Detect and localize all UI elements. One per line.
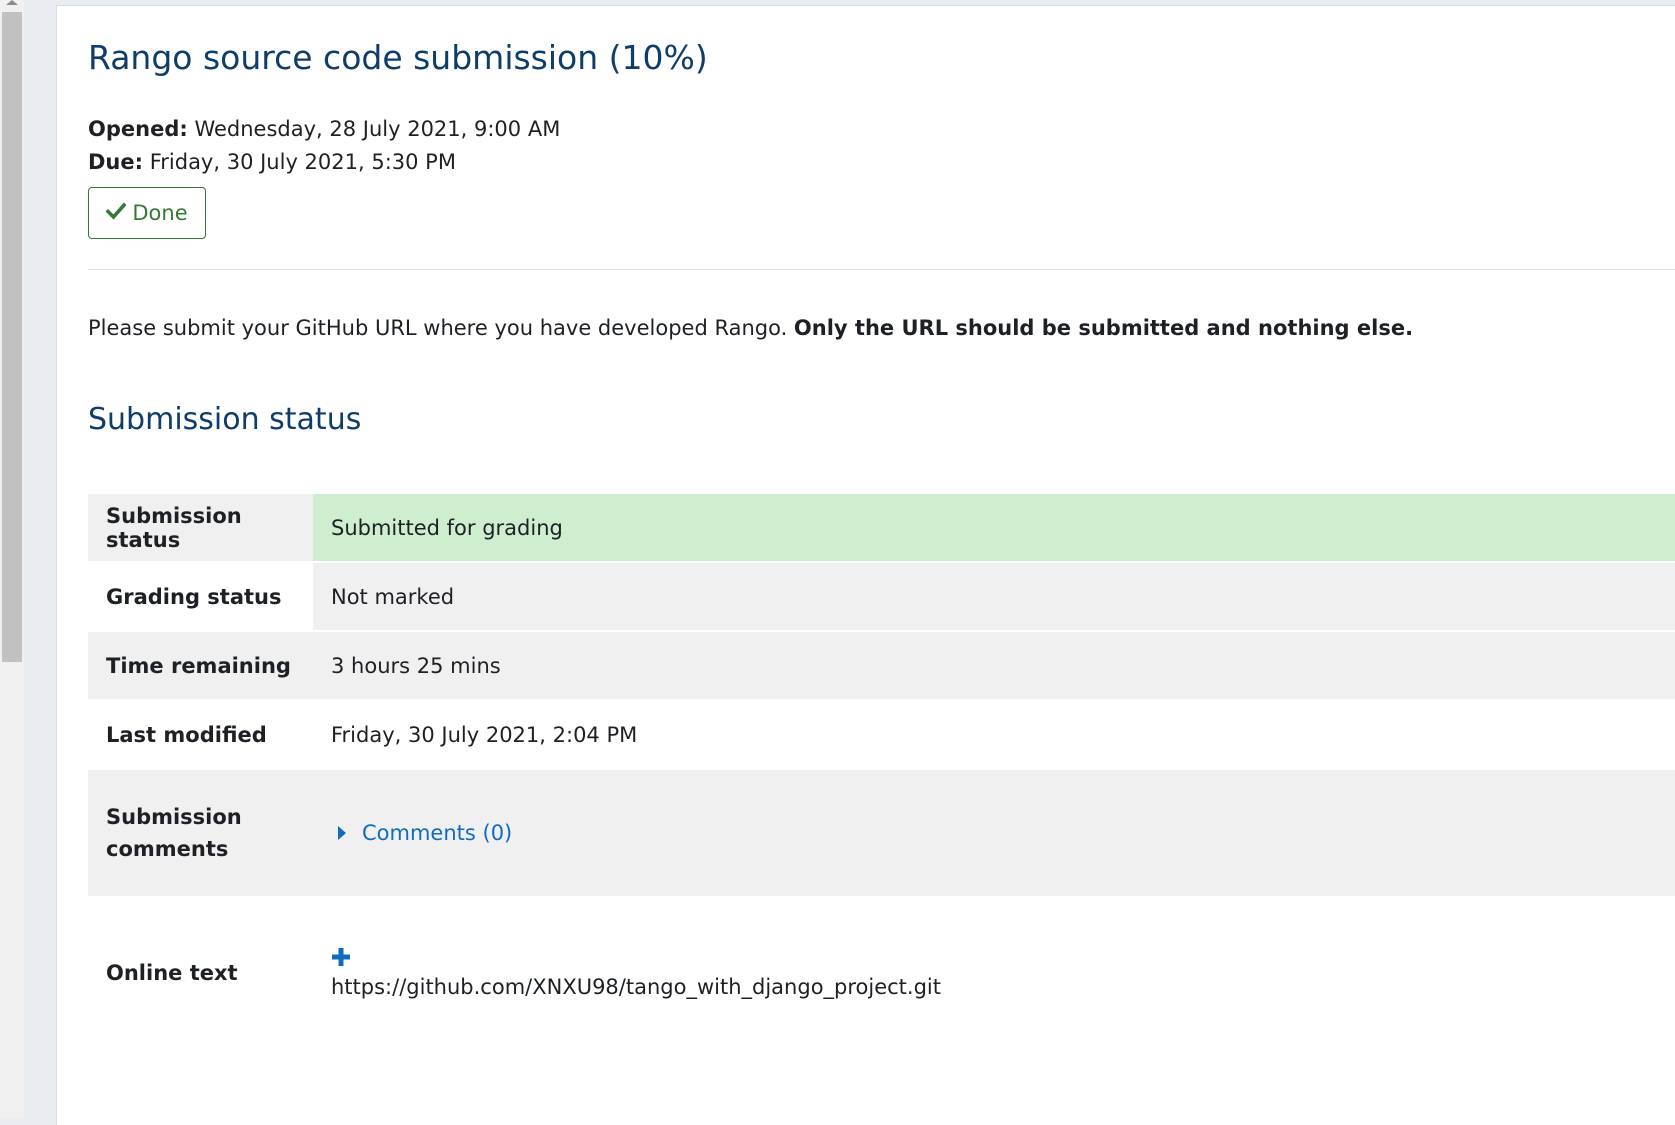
row-label: Last modified	[88, 699, 313, 769]
row-label: Submission comments	[88, 768, 313, 897]
plus-icon[interactable]	[331, 947, 351, 967]
submission-status-heading: Submission status	[88, 402, 362, 437]
scrollbar[interactable]	[0, 0, 24, 1118]
row-label: Time remaining	[88, 630, 313, 700]
due-date: Due: Friday, 30 July 2021, 5:30 PM	[88, 146, 560, 179]
online-text-value: https://github.com/XNXU98/tango_with_dja…	[331, 974, 941, 999]
table-row: Grading status Not marked	[88, 561, 1675, 631]
table-row: Online text https://github.com/XNXU98/ta…	[88, 896, 1675, 1047]
scroll-up-arrow-icon[interactable]	[6, 0, 18, 5]
time-remaining-value: 3 hours 25 mins	[313, 630, 1675, 700]
opened-value: Wednesday, 28 July 2021, 9:00 AM	[194, 117, 561, 141]
divider	[88, 269, 1675, 270]
check-icon	[105, 201, 127, 225]
comments-toggle-link[interactable]: Comments (0)	[331, 821, 512, 845]
table-row: Submission status Submitted for grading	[88, 492, 1675, 562]
last-modified-value: Friday, 30 July 2021, 2:04 PM	[313, 699, 1675, 769]
page-title: Rango source code submission (10%)	[88, 38, 708, 77]
opened-date: Opened: Wednesday, 28 July 2021, 9:00 AM	[88, 113, 560, 146]
table-row: Last modified Friday, 30 July 2021, 2:04…	[88, 699, 1675, 769]
caret-right-icon	[338, 826, 346, 840]
online-text-cell: https://github.com/XNXU98/tango_with_dja…	[313, 896, 1675, 1047]
intro-bold-text: Only the URL should be submitted and not…	[793, 316, 1414, 340]
grading-status-value: Not marked	[313, 561, 1675, 631]
activity-dates: Opened: Wednesday, 28 July 2021, 9:00 AM…	[88, 113, 560, 179]
submission-status-value: Submitted for grading	[313, 492, 1675, 562]
submission-status-table: Submission status Submitted for grading …	[88, 492, 1675, 1047]
due-label: Due:	[88, 150, 144, 174]
assignment-description: Please submit your GitHub URL where you …	[88, 316, 1413, 340]
comments-label: Comments (0)	[362, 821, 513, 845]
table-row: Time remaining 3 hours 25 mins	[88, 630, 1675, 700]
row-label: Submission status	[88, 492, 313, 562]
scrollbar-thumb[interactable]	[2, 12, 22, 662]
due-value: Friday, 30 July 2021, 5:30 PM	[149, 150, 456, 174]
submission-comments-cell: Comments (0)	[313, 768, 1675, 897]
intro-text: Please submit your GitHub URL where you …	[88, 316, 794, 340]
row-label: Online text	[88, 896, 313, 1047]
page-gutter	[24, 0, 56, 1118]
table-row: Submission comments Comments (0)	[88, 768, 1675, 897]
main-content-card: Rango source code submission (10%) Opene…	[56, 5, 1675, 1125]
row-label: Grading status	[88, 561, 313, 631]
opened-label: Opened:	[88, 117, 188, 141]
done-label: Done	[132, 201, 188, 225]
done-button[interactable]: Done	[88, 187, 206, 239]
